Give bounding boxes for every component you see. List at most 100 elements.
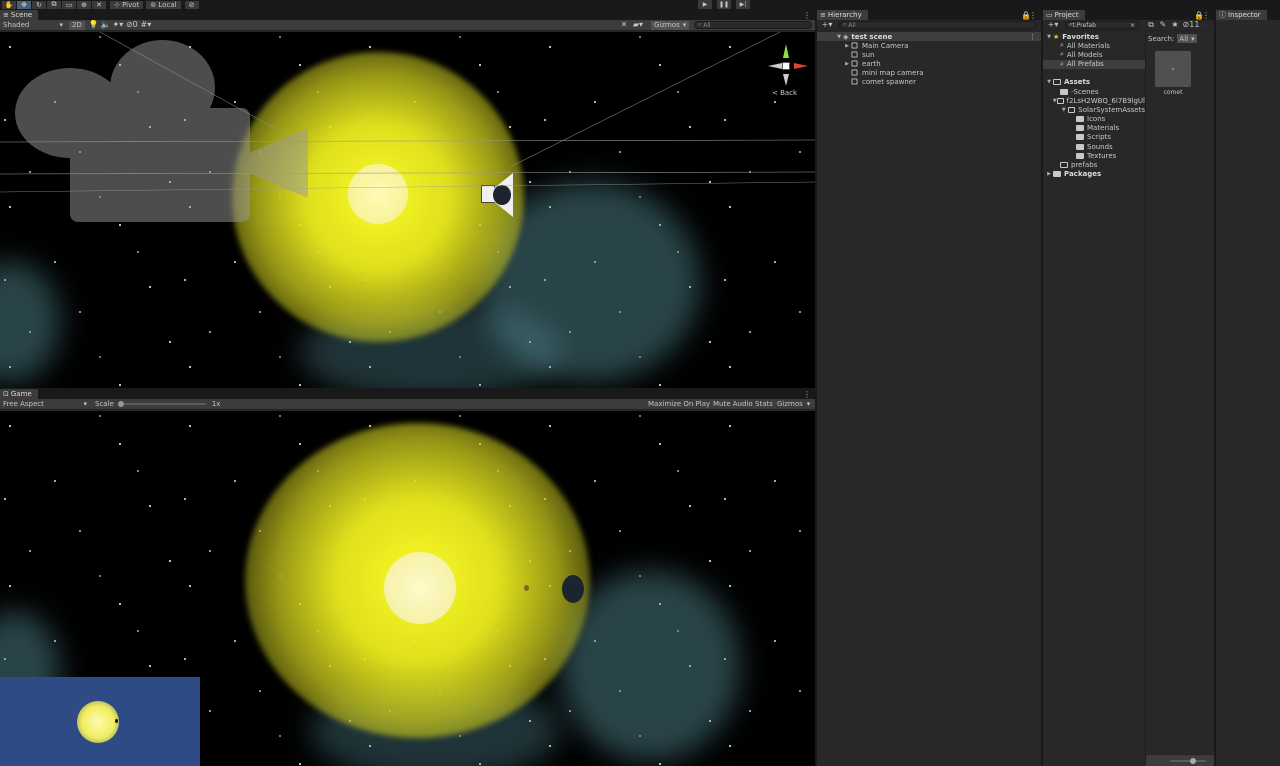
project-tree: ▼ ★ Favorites ⌕ All Materials ⌕ All Models ⌕…	[1043, 32, 1145, 179]
expand-arrow-icon[interactable]: ▼	[1045, 79, 1053, 85]
expand-arrow-icon[interactable]: ▶	[1045, 171, 1053, 177]
favorites-row[interactable]: ▼ ★ Favorites	[1043, 32, 1145, 41]
pivot-toggle[interactable]: ⊹ Pivot	[110, 0, 144, 9]
filter-type-icon[interactable]: ⧉	[1145, 21, 1157, 30]
rotate-tool-icon[interactable]: ↻	[32, 0, 46, 9]
hand-tool-icon[interactable]: ✋	[2, 0, 16, 9]
list-item[interactable]: -Scenes	[1043, 87, 1145, 96]
list-item[interactable]: Icons	[1043, 115, 1145, 124]
add-icon[interactable]: +▾	[1045, 21, 1061, 30]
local-toggle[interactable]: ⊚ Local	[146, 0, 181, 9]
tab-scene[interactable]: ≡ Scene	[0, 10, 39, 20]
hierarchy-search-input[interactable]: ⌕ All	[839, 21, 1037, 29]
scale-tool-icon[interactable]: ⧉	[47, 0, 61, 9]
star-icon: ★	[1053, 32, 1060, 41]
list-item[interactable]: ⌕ All Prefabs	[1043, 59, 1145, 69]
hierarchy-tab-icon: ≡	[820, 11, 826, 19]
hidden-packages-count: 11	[1189, 20, 1200, 29]
list-item[interactable]: ▼ f2LsH2WBQ_6l7B9lgUl	[1043, 96, 1145, 105]
expand-arrow-icon[interactable]: ▼	[1060, 107, 1068, 113]
tab-game[interactable]: ⊡ Game	[0, 389, 38, 399]
stats-button[interactable]: Stats	[755, 400, 773, 408]
scene-search-input[interactable]: ⌕ All	[694, 21, 812, 29]
list-item[interactable]: Scripts	[1043, 133, 1145, 142]
list-item[interactable]: ⌕ All Models	[1043, 50, 1145, 59]
mode-2d-toggle[interactable]: 2D	[69, 20, 85, 30]
list-item[interactable]: ⌕ All Materials	[1043, 41, 1145, 50]
expand-arrow-icon[interactable]: ▶	[843, 43, 851, 49]
rect-tool-icon[interactable]: ▭	[62, 0, 76, 9]
visibility-icon[interactable]: ⊘ 0	[124, 21, 140, 30]
snap-icon[interactable]: ⊘	[184, 0, 199, 9]
shading-mode-dropdown[interactable]: Shaded ▾	[0, 21, 66, 30]
hidden-packages-icon[interactable]: ⊘ 11	[1181, 21, 1201, 30]
folder-open-icon	[1067, 106, 1076, 113]
gameobject-icon	[851, 51, 858, 58]
tab-hierarchy[interactable]: ≡ Hierarchy	[817, 10, 868, 20]
item-label: earth	[862, 59, 881, 68]
scene-menu-icon[interactable]: ⋮	[803, 10, 811, 20]
scale-slider[interactable]	[117, 400, 206, 408]
step-button[interactable]: ▶|	[736, 0, 750, 9]
audio-icon[interactable]: 🔈	[100, 21, 112, 30]
list-item[interactable]: comet spawner	[817, 77, 1041, 86]
tab-inspector[interactable]: ⓘ Inspector	[1216, 10, 1267, 20]
search-scope-value: All	[1179, 34, 1189, 43]
scene-root-row[interactable]: ▼ ◈ test scene ⋮	[817, 32, 1041, 41]
list-item[interactable]: Textures	[1043, 151, 1145, 160]
project-search-input[interactable]: ⌕ t:Prefab ×	[1065, 21, 1139, 29]
asset-thumbnail[interactable]	[1155, 51, 1191, 87]
assets-row[interactable]: ▼ Assets	[1043, 78, 1145, 87]
project-divider[interactable]	[1145, 32, 1146, 766]
move-tool-icon[interactable]: ✥	[17, 0, 31, 9]
aspect-dropdown[interactable]: Free Aspect ▾	[0, 400, 90, 409]
gizmos-dropdown[interactable]: Gizmos ▾	[651, 20, 690, 30]
folder-icon	[1076, 152, 1084, 159]
game-gizmos-dropdown[interactable]: Gizmos ▾	[777, 400, 810, 408]
tools-icon[interactable]: ✕	[618, 21, 630, 30]
list-item[interactable]: ▼ SolarSystemAssets	[1043, 105, 1145, 114]
icon-size-slider[interactable]	[1170, 760, 1206, 762]
hierarchy-menu-icon[interactable]: ⋮	[1029, 10, 1037, 20]
add-icon[interactable]: +▾	[819, 21, 835, 30]
game-viewport[interactable]	[0, 411, 815, 766]
list-item[interactable]: mini map camera	[817, 68, 1041, 77]
list-item[interactable]: Materials	[1043, 124, 1145, 133]
grid-icon[interactable]: #▾	[140, 21, 152, 30]
list-item[interactable]: ▶ Main Camera	[817, 41, 1041, 50]
scene-viewport[interactable]: < Back	[0, 32, 815, 388]
maximize-on-play-button[interactable]: Maximize On Play	[648, 400, 710, 408]
icon-size-slider-thumb[interactable]	[1190, 758, 1196, 764]
camera-settings-icon[interactable]: ▰▾	[632, 21, 644, 30]
scene-menu-icon[interactable]: ⋮	[1029, 33, 1036, 41]
transform-tool-icon[interactable]: ⊕	[77, 0, 91, 9]
game-menu-icon[interactable]: ⋮	[803, 389, 811, 399]
folder-icon	[1076, 125, 1084, 132]
favorite-star-icon[interactable]: ★	[1169, 21, 1181, 30]
item-label: All Materials	[1066, 41, 1110, 50]
clear-search-icon[interactable]: ×	[1130, 22, 1135, 29]
tab-project[interactable]: ▭ Project	[1043, 10, 1085, 20]
expand-arrow-icon[interactable]: ▶	[843, 61, 851, 67]
search-scope-dropdown[interactable]: All ▾	[1177, 34, 1197, 43]
assets-label: Assets	[1064, 78, 1091, 87]
filter-label-icon[interactable]: ✎	[1157, 21, 1169, 30]
expand-arrow-icon[interactable]: ▼	[1045, 34, 1053, 40]
list-item[interactable]: sun	[817, 50, 1041, 59]
list-item[interactable]: ▶ earth	[817, 59, 1041, 68]
effects-icon[interactable]: ✦▾	[112, 21, 124, 30]
gizmos-label: Gizmos	[654, 21, 680, 29]
packages-row[interactable]: ▶ Packages	[1043, 170, 1145, 179]
list-item[interactable]: Sounds	[1043, 142, 1145, 151]
pause-button[interactable]: ❚❚	[717, 0, 731, 9]
play-button[interactable]: ▶	[698, 0, 712, 9]
lighting-icon[interactable]: 💡	[88, 21, 100, 30]
folder-empty-icon	[1060, 162, 1068, 169]
expand-arrow-icon[interactable]: ▼	[835, 34, 843, 40]
pivot-label: Pivot	[122, 0, 140, 9]
mute-audio-button[interactable]: Mute Audio	[713, 400, 753, 408]
list-item[interactable]: prefabs	[1043, 160, 1145, 169]
custom-tool-icon[interactable]: ✕	[92, 0, 106, 9]
project-panel: ▭ Project 🔒 ⋮ +▾ ⌕ t:Prefab × ⧉ ✎ ★ ⊘ 11 ▼ ★ F…	[1043, 10, 1214, 766]
project-menu-icon[interactable]: ⋮	[1202, 10, 1210, 20]
